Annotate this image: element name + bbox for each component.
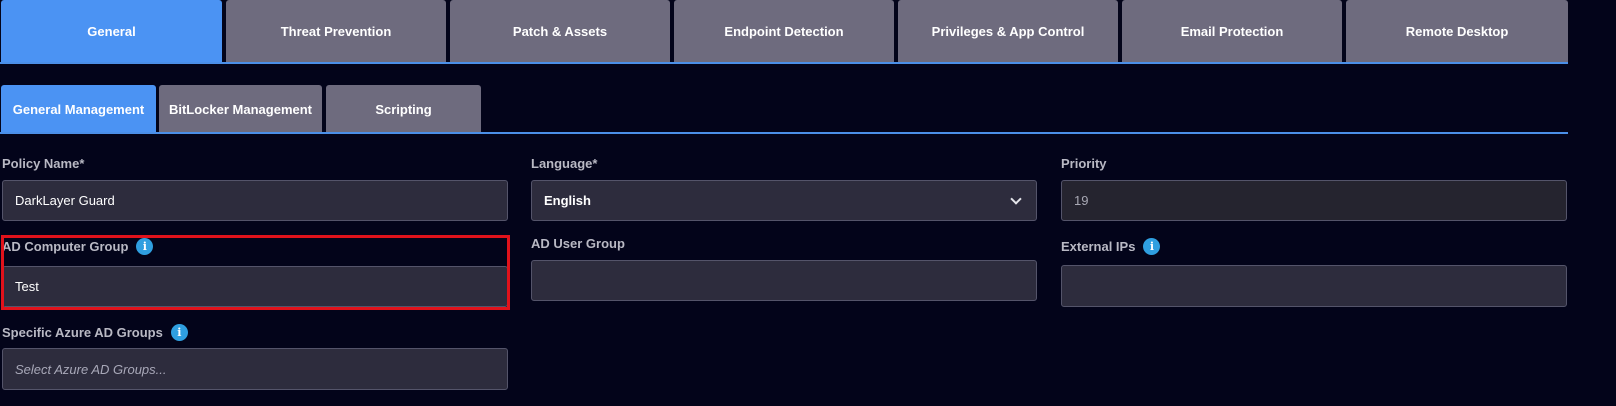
priority-field[interactable] bbox=[1061, 180, 1567, 221]
ad-computer-group-label-text: AD Computer Group bbox=[2, 238, 129, 254]
language-label-text: Language* bbox=[531, 155, 598, 171]
policy-name-field[interactable] bbox=[2, 180, 508, 221]
azure-ad-groups-input[interactable] bbox=[15, 361, 495, 377]
info-icon[interactable]: i bbox=[1143, 237, 1161, 255]
language-label: Language* bbox=[531, 154, 597, 172]
policy-name-input[interactable] bbox=[15, 193, 495, 208]
ad-computer-group-field[interactable] bbox=[2, 266, 508, 307]
priority-input[interactable] bbox=[1074, 193, 1554, 208]
ad-user-group-field[interactable] bbox=[531, 260, 1037, 301]
external-ips-field[interactable] bbox=[1061, 265, 1567, 307]
subtab-general-management[interactable]: General Management bbox=[1, 85, 156, 133]
subtab-scripting[interactable]: Scripting bbox=[326, 85, 481, 133]
tab-general[interactable]: General bbox=[1, 0, 222, 62]
azure-ad-groups-field[interactable] bbox=[2, 348, 508, 390]
tab-threat-prevention[interactable]: Threat Prevention bbox=[226, 0, 446, 62]
tab-email-protection[interactable]: Email Protection bbox=[1122, 0, 1342, 62]
chevron-down-icon[interactable] bbox=[1010, 192, 1022, 205]
language-select[interactable]: English bbox=[531, 180, 1037, 221]
ad-computer-group-input[interactable] bbox=[15, 279, 495, 294]
tab-bar-divider bbox=[0, 62, 1568, 64]
tab-patch-assets[interactable]: Patch & Assets bbox=[450, 0, 670, 62]
ad-user-group-label: AD User Group bbox=[531, 234, 625, 252]
ad-user-group-label-text: AD User Group bbox=[531, 235, 625, 251]
language-selected-value: English bbox=[544, 193, 591, 208]
external-ips-input[interactable] bbox=[1074, 278, 1554, 294]
info-icon[interactable]: i bbox=[170, 323, 188, 341]
subtab-bitlocker-management[interactable]: BitLocker Management bbox=[159, 85, 322, 133]
tab-privileges-app-control[interactable]: Privileges & App Control bbox=[898, 0, 1118, 62]
priority-label-text: Priority bbox=[1061, 155, 1107, 171]
policy-name-label: Policy Name* bbox=[2, 154, 84, 172]
sub-tab-divider bbox=[0, 132, 1568, 134]
ad-computer-group-label: AD Computer Group i bbox=[2, 236, 154, 256]
tab-endpoint-detection[interactable]: Endpoint Detection bbox=[674, 0, 894, 62]
external-ips-label-text: External IPs bbox=[1061, 238, 1136, 254]
tab-remote-desktop[interactable]: Remote Desktop bbox=[1346, 0, 1568, 62]
ad-user-group-input[interactable] bbox=[544, 273, 1024, 288]
main-tab-bar: General Threat Prevention Patch & Assets… bbox=[0, 0, 1616, 64]
azure-ad-groups-label: Specific Azure AD Groups i bbox=[2, 322, 188, 342]
priority-label: Priority bbox=[1061, 154, 1107, 172]
azure-ad-groups-label-text: Specific Azure AD Groups bbox=[2, 324, 163, 340]
external-ips-label: External IPs i bbox=[1061, 236, 1161, 256]
policy-name-label-text: Policy Name* bbox=[2, 155, 85, 171]
info-icon[interactable]: i bbox=[136, 237, 154, 255]
